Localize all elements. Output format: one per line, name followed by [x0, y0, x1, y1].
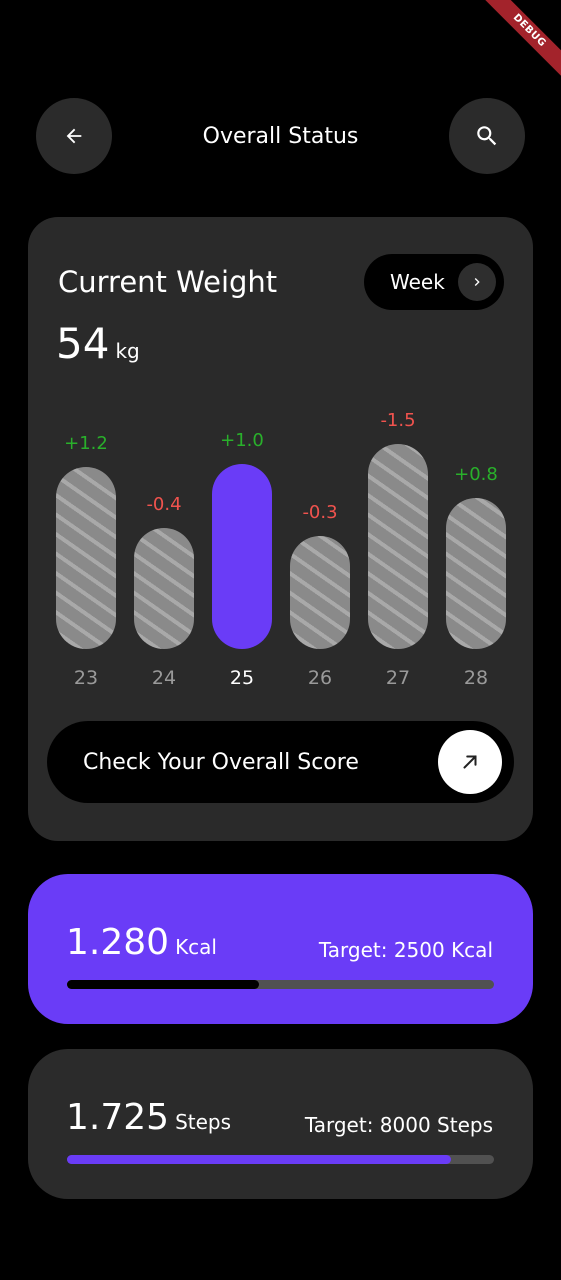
weight-value: 54 kg [56, 319, 140, 368]
weight-bar-26[interactable] [290, 536, 350, 649]
weight-bar-25[interactable] [212, 464, 272, 649]
steps-unit: Steps [175, 1110, 232, 1134]
bar-day-label: 27 [385, 667, 411, 689]
weight-bar-chart: +1.2 23 -0.4 24 +1.0 25 -0.3 26 -1.5 27 +0.8 28 [56, 397, 506, 697]
debug-banner: DEBUG [471, 0, 561, 90]
calories-unit: Kcal [175, 935, 217, 959]
steps-progress-fill [67, 1155, 452, 1164]
bar-delta-label: -0.4 [146, 494, 182, 516]
bar-delta-label: +0.8 [454, 463, 498, 485]
period-selector-button[interactable]: Week [364, 254, 504, 310]
weight-bar-27[interactable] [368, 444, 428, 649]
weight-card-title: Current Weight [58, 265, 278, 299]
bar-day-label: 23 [73, 667, 99, 689]
weight-number: 54 [56, 319, 110, 368]
calories-number: 1.280 [66, 922, 170, 963]
calories-progress-bar [67, 980, 494, 989]
calories-value: 1.280 Kcal [66, 922, 217, 963]
bar-day-label: 28 [463, 667, 489, 689]
steps-target: Target: 8000 Steps [304, 1113, 493, 1137]
bar-delta-label: +1.2 [64, 433, 108, 454]
weight-bar-23[interactable] [56, 467, 116, 649]
search-icon [477, 126, 497, 146]
bar-delta-label: -1.5 [380, 410, 416, 431]
steps-progress-bar [67, 1155, 494, 1164]
steps-card: 1.725 Steps Target: 8000 Steps [28, 1049, 533, 1199]
bar-day-label: 25 [229, 667, 255, 689]
bar-delta-label: -0.3 [302, 502, 338, 523]
bar-day-label: 26 [307, 667, 333, 689]
calories-card: 1.280 Kcal Target: 2500 Kcal [28, 874, 533, 1024]
bar-day-label: 24 [151, 667, 177, 689]
weight-unit: kg [115, 339, 140, 363]
overall-score-label: Check Your Overall Score [83, 749, 359, 775]
top-bar: Overall Status [36, 98, 525, 174]
overall-score-button[interactable]: Check Your Overall Score [47, 721, 514, 803]
steps-number: 1.725 [66, 1097, 170, 1138]
calories-target: Target: 2500 Kcal [318, 938, 493, 962]
current-weight-card: Current Weight 54 kg Week +1.2 23 -0.4 24 +1… [28, 217, 533, 841]
debug-label: DEBUG [480, 0, 561, 80]
calories-progress-fill [67, 980, 260, 989]
weight-bar-24[interactable] [134, 528, 194, 649]
weight-bar-28[interactable] [446, 497, 506, 649]
search-button[interactable] [449, 98, 525, 174]
arrow-up-right-icon [438, 730, 502, 794]
period-label: Week [390, 270, 445, 294]
chevron-right-icon [458, 263, 496, 301]
steps-value: 1.725 Steps [66, 1097, 231, 1138]
bar-delta-label: +1.0 [220, 430, 264, 451]
